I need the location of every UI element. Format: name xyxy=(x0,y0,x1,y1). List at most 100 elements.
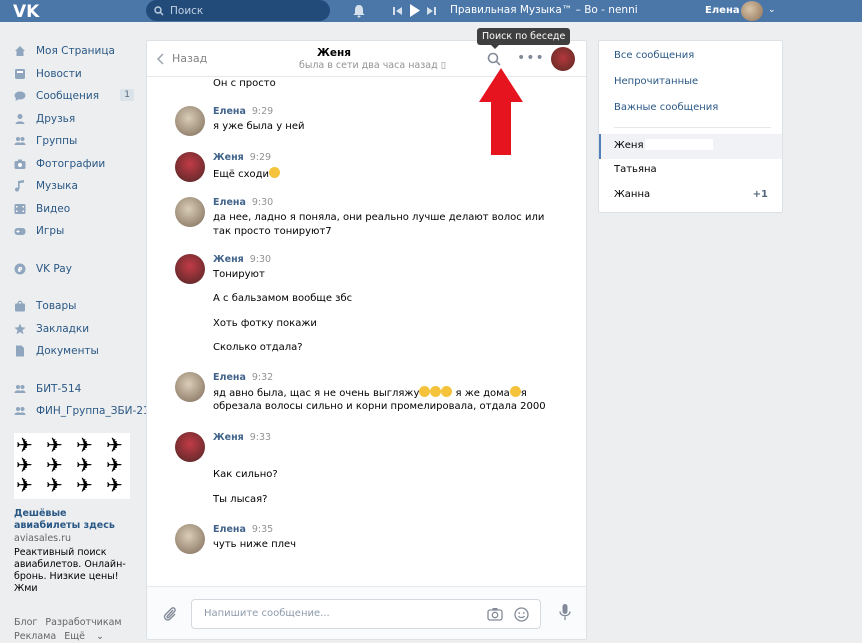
sidebar-item-news[interactable]: Новости xyxy=(14,63,139,86)
sidebar-item-groups[interactable]: Группы xyxy=(14,130,139,153)
microphone-icon[interactable] xyxy=(559,603,571,621)
emoji-icon xyxy=(441,386,453,397)
avatar[interactable] xyxy=(175,197,205,227)
message-author[interactable]: Женя 9:29 xyxy=(213,152,271,163)
notifications-bell-icon[interactable] xyxy=(352,4,366,18)
message-text-content: яд авно была, щас я не очень выгляжу xyxy=(213,388,420,399)
search-icon xyxy=(154,5,164,15)
conversation-item[interactable]: Жанна xyxy=(614,189,650,200)
friends-icon xyxy=(14,113,26,125)
sidebar-item-label: Группы xyxy=(36,135,78,148)
sidebar-item-bookmarks[interactable]: Закладки xyxy=(14,318,139,341)
author-name: Женя xyxy=(213,432,244,443)
sidebar-item-games[interactable]: Игры xyxy=(14,220,139,243)
author-name: Женя xyxy=(213,254,244,265)
message-author[interactable]: Елена 9:35 xyxy=(213,524,273,535)
bag-icon xyxy=(14,300,26,312)
footer-blog-link[interactable]: Блог xyxy=(14,617,37,628)
sidebar-item-video[interactable]: Видео xyxy=(14,198,139,221)
ad-title[interactable]: Дешёвые авиабилеты здесь xyxy=(14,508,132,532)
search-input[interactable]: Поиск xyxy=(146,0,330,21)
vk-logo-icon[interactable]: VK xyxy=(13,2,43,20)
footer-dev-link[interactable]: Разработчикам xyxy=(45,617,121,628)
message-time: 9:30 xyxy=(251,197,274,208)
music-icon xyxy=(14,180,26,192)
sidebar-item-label: БИТ-514 xyxy=(36,382,82,395)
paperclip-icon[interactable] xyxy=(163,605,177,623)
avatar[interactable] xyxy=(175,254,205,284)
games-icon xyxy=(14,225,26,237)
sidebar-item-vk-pay[interactable]: ₽ VK Pay xyxy=(14,258,139,281)
sidebar-item-music[interactable]: Музыка xyxy=(14,175,139,198)
message-author[interactable]: Женя 9:30 xyxy=(213,254,271,265)
filter-important[interactable]: Важные сообщения xyxy=(614,102,718,113)
filter-unread[interactable]: Непрочитанные xyxy=(614,76,698,87)
avatar[interactable] xyxy=(175,152,205,182)
more-options-icon[interactable]: ••• xyxy=(517,50,545,66)
sidebar-item-my-page[interactable]: Моя Страница xyxy=(14,40,139,63)
avatar[interactable] xyxy=(175,372,205,402)
message-input[interactable]: Напишите сообщение... xyxy=(191,599,541,629)
message-author[interactable]: Елена 9:30 xyxy=(213,197,273,208)
vk-pay-icon: ₽ xyxy=(14,263,26,275)
message-author[interactable]: Елена 9:32 xyxy=(213,372,273,383)
home-icon xyxy=(14,45,26,57)
avatar[interactable] xyxy=(175,106,205,136)
avatar[interactable] xyxy=(175,524,205,554)
message-text-content: я xyxy=(520,388,527,399)
filter-all-messages[interactable]: Все сообщения xyxy=(614,50,694,61)
footer-ads-link[interactable]: Реклама xyxy=(14,631,56,642)
avatar[interactable] xyxy=(175,432,205,462)
search-placeholder: Поиск xyxy=(170,4,204,17)
message-author[interactable]: Елена 9:29 xyxy=(213,106,273,117)
footer-more-link[interactable]: Ещё ⌄ xyxy=(64,631,104,642)
sidebar-item-label: ФИН_Группа_ЗБИ-21 xyxy=(36,405,150,418)
sidebar-item-messages[interactable]: Сообщения 1 xyxy=(14,85,139,108)
message-text: да нее, ладно я поняла, они реально лучш… xyxy=(213,212,545,223)
author-name: Елена xyxy=(213,106,246,117)
sidebar-item-documents[interactable]: Документы xyxy=(14,340,139,363)
back-button[interactable]: Назад xyxy=(157,52,207,65)
sidebar-item-goods[interactable]: Товары xyxy=(14,295,139,318)
sidebar-item-friends[interactable]: Друзья xyxy=(14,108,139,131)
chevron-left-icon xyxy=(157,52,164,65)
unread-count-badge: +1 xyxy=(752,189,768,200)
chevron-down-icon[interactable]: ⌄ xyxy=(768,5,776,15)
group-icon xyxy=(14,383,26,395)
sidebar-item-photos[interactable]: Фотографии xyxy=(14,153,139,176)
author-name: Женя xyxy=(213,152,244,163)
sidebar-item-label: Закладки xyxy=(36,322,90,335)
sidebar-item-group-fin[interactable]: ФИН_Группа_ЗБИ-21 xyxy=(14,400,150,423)
mobile-icon: ▯ xyxy=(440,60,446,71)
sidebar-item-group-bit514[interactable]: БИТ-514 xyxy=(14,378,139,401)
peer-status-text: была в сети два часа назад xyxy=(299,60,438,71)
message-input-placeholder: Напишите сообщение... xyxy=(204,608,330,619)
message-text: так просто тонируют7 xyxy=(213,226,332,237)
top-bar: VK Поиск Правильная Музыка™ – Bo - nenni… xyxy=(0,0,862,22)
profile-username[interactable]: Елена xyxy=(705,5,740,16)
play-icon[interactable] xyxy=(409,4,420,17)
conversation-item[interactable]: Татьяна xyxy=(614,164,657,175)
messages-icon xyxy=(14,90,26,102)
ad-image-airplanes[interactable]: ✈ ✈ ✈ ✈ ✈ ✈ ✈ ✈ ✈ ✈ ✈ ✈ xyxy=(14,433,130,499)
ad-text: Реактивный поиск авиабилетов. Онлайн-бро… xyxy=(14,547,126,594)
now-playing-track[interactable]: Правильная Музыка™ – Bo - nenni xyxy=(450,4,638,16)
message-author[interactable]: Женя 9:33 xyxy=(213,432,271,443)
sidebar-item-label: Игры xyxy=(36,225,65,238)
sidebar-item-label: Сообщения xyxy=(36,90,100,103)
emoji-icon xyxy=(509,386,521,397)
message-text: Ещё сходи xyxy=(213,167,281,180)
document-icon xyxy=(14,345,26,357)
avatar[interactable] xyxy=(741,1,763,21)
advertisement[interactable]: ✈ ✈ ✈ ✈ ✈ ✈ ✈ ✈ ✈ ✈ ✈ ✈ Дешёвые авиабилеты здесь … xyxy=(14,433,132,595)
previous-track-icon[interactable] xyxy=(393,6,403,16)
conversation-item[interactable]: Женя xyxy=(614,139,714,151)
peer-avatar[interactable] xyxy=(551,47,575,71)
camera-icon[interactable] xyxy=(487,607,503,621)
ad-site: aviasales.ru xyxy=(14,533,72,544)
search-icon[interactable] xyxy=(487,52,501,66)
peer-name[interactable]: Женя xyxy=(317,47,351,59)
next-track-icon[interactable] xyxy=(426,6,436,16)
smile-emoji-icon[interactable] xyxy=(514,607,529,622)
message-time: 9:29 xyxy=(251,106,274,117)
